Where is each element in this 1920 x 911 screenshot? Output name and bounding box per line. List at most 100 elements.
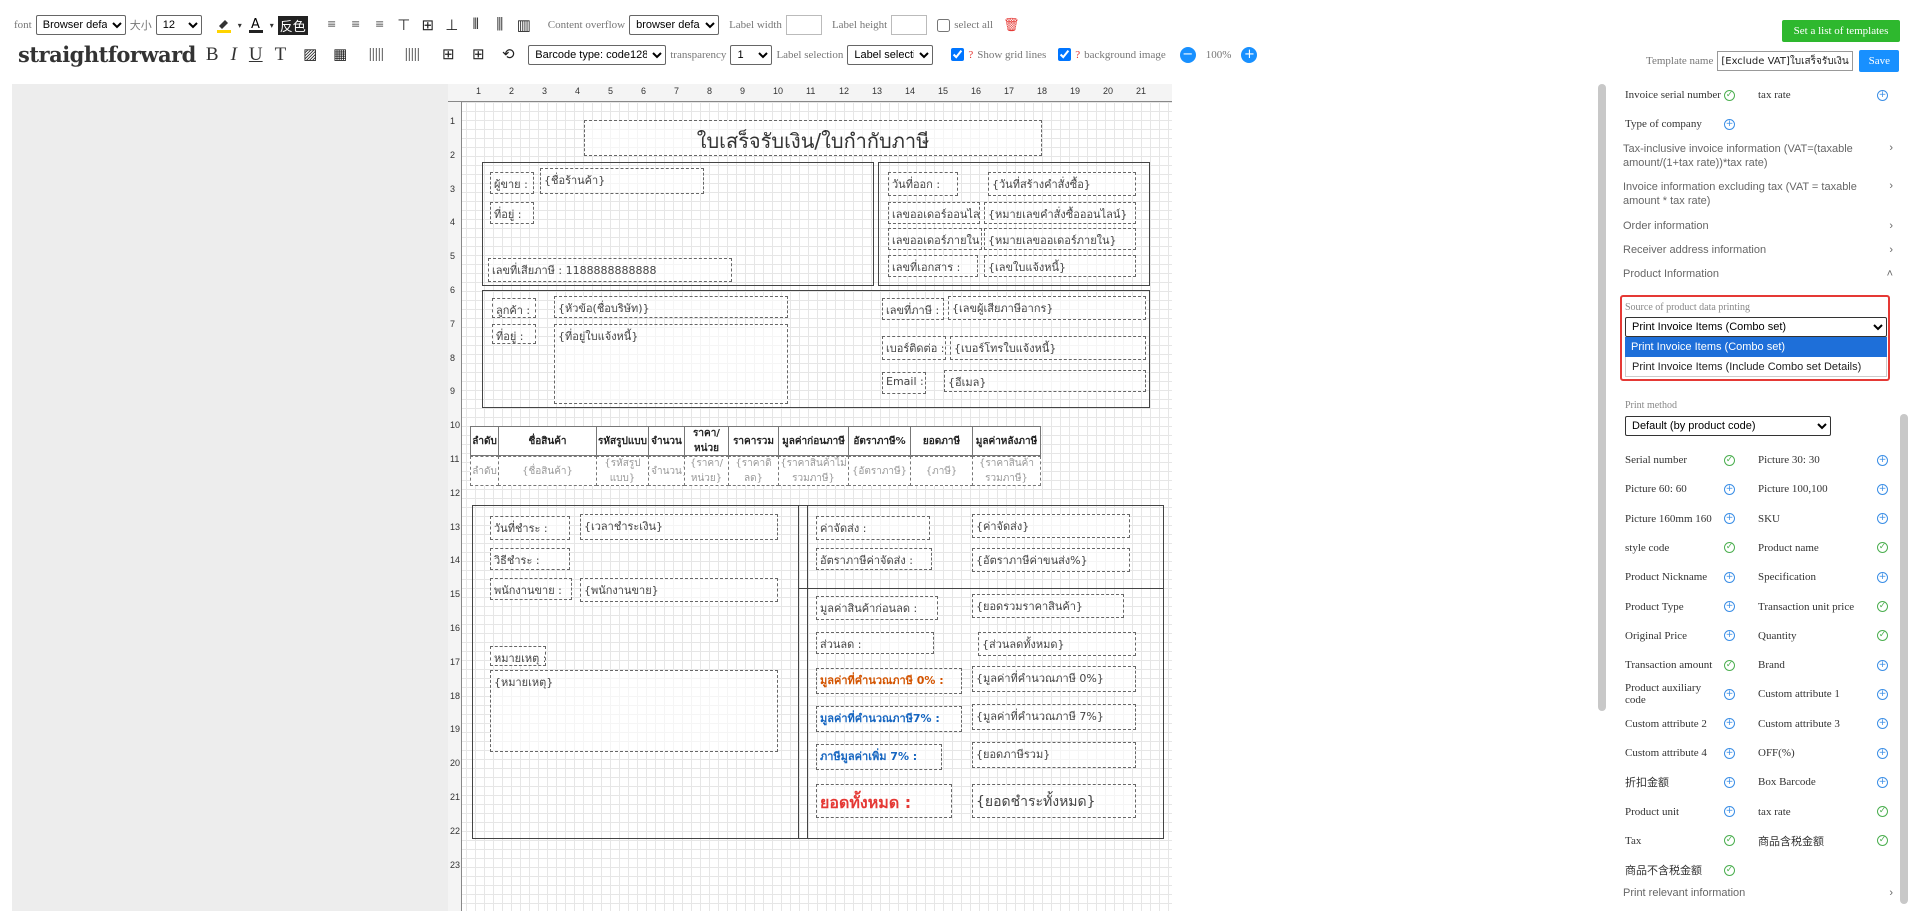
product-field-item[interactable]: style code ✓ xyxy=(1625,537,1735,559)
content-overflow-select[interactable]: browser defa xyxy=(629,15,720,35)
address-label[interactable]: ที่อยู่ : xyxy=(490,202,534,224)
table-value-cell[interactable]: {ราคาสินค้าไม่รวมภาษี} xyxy=(778,456,849,486)
product-field-item[interactable]: Product auxiliary code + xyxy=(1625,682,1735,706)
align-bottom-icon[interactable]: ⊥ xyxy=(442,15,462,35)
product-field-item[interactable]: Tax ✓ xyxy=(1625,830,1735,852)
tax0-label[interactable]: มูลค่าที่คำนวณภาษี 0% : xyxy=(816,668,962,694)
help-icon[interactable]: ? xyxy=(1075,49,1080,61)
section-order-info[interactable]: Order information › xyxy=(1623,220,1893,232)
sales-value[interactable]: {พนักงานขาย} xyxy=(580,578,778,602)
barcode-type-select[interactable]: Barcode type: code128 xyxy=(528,44,667,65)
size-select[interactable]: 12 xyxy=(155,15,202,35)
shop-name[interactable]: {ชื่อร้านค้า} xyxy=(540,168,704,194)
pre-discount-value[interactable]: {ยอดรวมราคาสินค้า} xyxy=(972,594,1124,618)
vat-value[interactable]: {ยอดภาษีรวม} xyxy=(972,742,1136,768)
chevron-down-icon[interactable]: ▾ xyxy=(238,21,242,30)
source-select[interactable]: Print Invoice Items (Combo set) xyxy=(1625,317,1887,337)
product-field-item[interactable]: Box Barcode + xyxy=(1758,771,1888,793)
tax0-value[interactable]: {มูลค่าที่คำนวณภาษี 0%} xyxy=(972,666,1136,692)
check-icon[interactable]: ✓ xyxy=(1877,630,1888,642)
product-field-item[interactable]: 商品含税金额 ✓ xyxy=(1758,830,1888,852)
email-value[interactable]: {อีเมล} xyxy=(944,370,1146,392)
shipping-tax-label[interactable]: อัตราภาษีค่าจัดส่ง : xyxy=(816,548,932,570)
phone-label[interactable]: เบอร์ติดต่อ : xyxy=(882,336,946,360)
plus-icon[interactable]: + xyxy=(1877,513,1888,525)
distribute-h-icon[interactable]: ⫴ xyxy=(466,15,486,35)
discount-value[interactable]: {ส่วนลดทั้งหมด} xyxy=(978,632,1136,656)
total-value[interactable]: {ยอดชำระทั้งหมด} xyxy=(972,784,1136,818)
product-field-item[interactable]: Custom attribute 4 + xyxy=(1625,742,1735,764)
table-header-cell[interactable]: รหัสรูปแบบ xyxy=(596,426,649,456)
online-order-label[interactable]: เลขออเดอร์ออนไลน์ xyxy=(888,202,980,224)
plus-icon[interactable]: + xyxy=(1877,454,1888,466)
align-top-icon[interactable]: ⊤ xyxy=(394,15,414,35)
product-field-item[interactable]: Original Price + xyxy=(1625,625,1735,647)
plus-icon[interactable]: + xyxy=(1724,483,1735,495)
plus-icon[interactable]: + xyxy=(1877,89,1888,101)
table-header-cell[interactable]: ราคา/หน่วย xyxy=(684,426,729,456)
bold-button[interactable]: B xyxy=(206,44,219,66)
check-icon[interactable]: ✓ xyxy=(1724,542,1735,554)
align-left-icon[interactable]: ≡ xyxy=(322,15,342,35)
bar-chart-icon[interactable]: ▥ xyxy=(514,15,534,35)
online-order-value[interactable]: {หมายเลขคำสั่งซื้อออนไลน์} xyxy=(984,202,1136,224)
plus-icon[interactable]: + xyxy=(1724,601,1735,612)
save-button[interactable]: Save xyxy=(1859,50,1900,72)
tax-id[interactable]: เลขที่เสียภาษี : 1188888888888 xyxy=(488,258,732,282)
table-header-cell[interactable]: ยอดภาษี xyxy=(910,426,973,456)
align-middle-icon[interactable]: ⊞ xyxy=(418,15,438,35)
field-company-type[interactable]: Type of company + xyxy=(1625,113,1735,135)
link-icon[interactable]: ⟲ xyxy=(498,45,518,65)
pay-date-label[interactable]: วันที่ชำระ : xyxy=(490,516,570,540)
table-header-cell[interactable]: มูลค่าก่อนภาษี xyxy=(778,426,849,456)
text-tool-button[interactable]: T xyxy=(275,44,287,66)
check-icon[interactable]: ✓ xyxy=(1724,835,1735,847)
inner-order-value[interactable]: {หมายเลขออเดอร์ภายใน} xyxy=(984,228,1136,250)
check-icon[interactable]: ✓ xyxy=(1724,454,1735,466)
check-icon[interactable]: ✓ xyxy=(1724,659,1735,671)
product-field-item[interactable]: Picture 160mm 160 + xyxy=(1625,508,1735,530)
product-field-item[interactable]: Quantity ✓ xyxy=(1758,625,1888,647)
table-header-cell[interactable]: ราคารวม xyxy=(728,426,779,456)
inner-order-label[interactable]: เลขออเดอร์ภายใน : xyxy=(888,228,982,250)
panel-scrollbar-left[interactable] xyxy=(1598,84,1606,711)
sales-label[interactable]: พนักงานขาย : xyxy=(490,578,572,600)
tax7-label[interactable]: มูลค่าที่คำนวณภาษี7% : xyxy=(816,706,962,732)
table-value-cell[interactable]: {จำนวน} xyxy=(648,456,685,486)
check-icon[interactable]: ✓ xyxy=(1724,89,1735,101)
check-icon[interactable]: ✓ xyxy=(1877,601,1888,612)
email-label[interactable]: Email : xyxy=(882,372,926,394)
tax7-value[interactable]: {มูลค่าที่คำนวณภาษี 7%} xyxy=(972,704,1136,730)
customer-taxid-value[interactable]: {เลขผู้เสียภาษีอากร} xyxy=(948,296,1146,320)
font-color-icon[interactable]: A xyxy=(246,15,266,35)
product-field-item[interactable]: Picture 100,100 + xyxy=(1758,478,1888,500)
table-value-cell[interactable]: {รหัสรูปแบบ} xyxy=(596,456,649,486)
plus-icon[interactable]: + xyxy=(1877,688,1888,700)
invert-color-button[interactable]: 反色 xyxy=(277,15,308,35)
total-label[interactable]: ยอดทั้งหมด : xyxy=(816,784,952,818)
bg-image-checkbox[interactable] xyxy=(1058,48,1072,61)
table-header-cell[interactable]: ลำดับ xyxy=(470,426,499,456)
help-icon[interactable]: ? xyxy=(968,49,973,61)
zoom-out-icon[interactable]: − xyxy=(1179,46,1196,63)
canvas-area[interactable]: 1 2 3 4 5 6 7 8 9 10 11 12 13 14 15 16 17 18 19 20 21 123456… xyxy=(12,84,1172,911)
plus-icon[interactable]: + xyxy=(1877,571,1888,583)
table-value-cell[interactable]: {ราคาดิลด} xyxy=(728,456,779,486)
shipping-label[interactable]: ค่าจัดส่ง : xyxy=(816,516,930,540)
product-field-item[interactable]: 商品不含税金额 ✓ xyxy=(1625,859,1735,881)
section-tax-inclusive[interactable]: Tax-inclusive invoice information (VAT=(… xyxy=(1623,142,1893,170)
barcode-alt-icon[interactable]: ||||| xyxy=(396,45,428,65)
table-header-cell[interactable]: จำนวน xyxy=(648,426,685,456)
transparency-select[interactable]: 1 xyxy=(730,44,773,65)
label-height-input[interactable] xyxy=(891,15,928,35)
product-field-item[interactable]: Specification + xyxy=(1758,566,1888,588)
shipping-value[interactable]: {ค่าจัดส่ง} xyxy=(972,514,1130,538)
italic-button[interactable]: I xyxy=(231,44,237,66)
table-value-cell[interactable]: {ราคาสินค้ารวมภาษี} xyxy=(972,456,1041,486)
table-icon[interactable]: ⊞ xyxy=(438,45,458,65)
section-print-relevant[interactable]: Print relevant information › xyxy=(1623,887,1893,899)
underline-button[interactable]: U xyxy=(249,44,263,66)
section-receiver-address[interactable]: Receiver address information › xyxy=(1623,244,1893,256)
product-field-item[interactable]: Custom attribute 3 + xyxy=(1758,713,1888,735)
plus-icon[interactable]: + xyxy=(1724,776,1735,788)
